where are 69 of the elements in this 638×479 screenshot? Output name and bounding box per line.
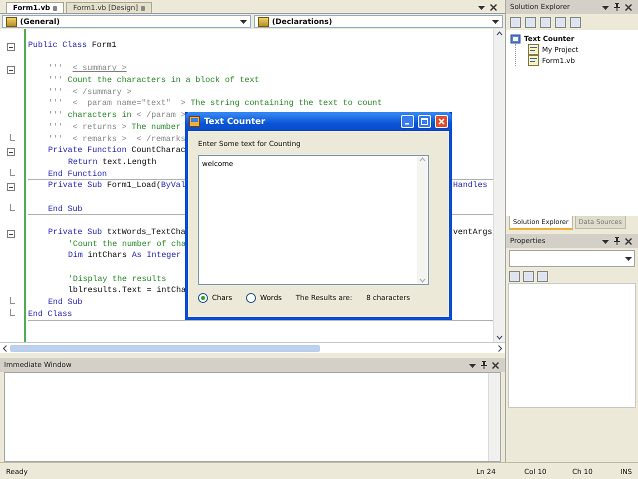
code-line: Private Sub txtWords_TextCha (48, 227, 186, 239)
code-line: End Function (48, 168, 107, 180)
toolbar-icon[interactable] (555, 16, 566, 28)
collapse-icon[interactable] (7, 66, 15, 74)
toolbar-icon[interactable] (523, 270, 534, 282)
close-icon[interactable] (625, 4, 632, 10)
caret-icon[interactable] (625, 255, 632, 262)
collapse-icon[interactable] (7, 43, 15, 51)
collapse-icon[interactable] (7, 148, 15, 156)
toolbar-icon[interactable] (525, 16, 536, 28)
collapse-icon[interactable] (7, 230, 15, 238)
caret-icon[interactable] (240, 18, 247, 25)
toolbar-icon[interactable] (510, 16, 521, 28)
scroll-up-icon[interactable] (494, 29, 505, 38)
file-icon (528, 55, 539, 66)
code-line: Private Sub Form1_Load(ByVal (48, 180, 186, 192)
maximize-button[interactable] (418, 115, 431, 128)
close-button[interactable] (435, 115, 448, 128)
code-line: lblresults.Text = intCha (68, 285, 186, 298)
dropdown-icon[interactable] (602, 4, 609, 10)
code-line: 'Display the results (68, 274, 166, 286)
code-line: ''' Count the characters in a block of text (48, 75, 260, 87)
code-line: End Class (28, 308, 72, 320)
scroll-down-icon[interactable] (494, 333, 505, 342)
close-icon[interactable] (490, 4, 497, 11)
close-icon[interactable] (625, 238, 632, 244)
scroll-thumb[interactable] (10, 344, 320, 352)
dropdown-icon[interactable] (469, 362, 476, 368)
code-line: Private Function CountCharac (48, 145, 186, 157)
collapse-icon[interactable] (7, 183, 15, 192)
toolbar-icon[interactable] (540, 16, 551, 28)
horizontal-scrollbar[interactable] (0, 342, 505, 353)
code-line: ''' characters in < /param > (48, 110, 186, 122)
close-icon (438, 118, 445, 125)
code-line: ''' < returns > The number (48, 122, 181, 134)
toolbar-icon[interactable] (509, 270, 520, 282)
code-line: ventArgs (453, 228, 492, 237)
scroll-left-icon[interactable] (2, 344, 8, 352)
lock-icon (140, 6, 145, 10)
code-line: Dim intChars As Integer (68, 250, 182, 262)
code-line: Public Class Form1 (28, 40, 116, 52)
code-line: ''' < param name="text" > The string containing the text to count (48, 98, 382, 110)
code-line: End Sub (48, 297, 82, 309)
code-line: 'Count the number of cha (68, 238, 186, 250)
pin-icon[interactable] (614, 237, 620, 245)
code-line: End Sub (48, 204, 82, 216)
dropdown-icon[interactable] (602, 238, 609, 244)
code-line: ''' < summary > (48, 63, 127, 76)
dialog-title: Text Counter (204, 116, 266, 126)
code-line: Handles (453, 181, 488, 190)
code-line: ''' < remarks > < /remarks (48, 134, 186, 146)
class-icon (258, 16, 269, 26)
scroll-right-icon[interactable] (497, 344, 503, 352)
close-icon[interactable] (492, 362, 499, 368)
caret-icon[interactable] (492, 18, 499, 25)
minimize-button[interactable] (401, 115, 414, 128)
project-icon (510, 33, 521, 44)
code-line: Return text.Length (68, 156, 156, 169)
pin-icon[interactable] (614, 3, 620, 11)
lock-icon (53, 6, 58, 10)
pin-icon[interactable] (481, 361, 487, 369)
toolbar-icon[interactable] (537, 270, 548, 282)
file-icon (528, 44, 539, 55)
maximize-icon (421, 118, 428, 125)
dropdown-icon[interactable] (478, 4, 485, 11)
code-line: ''' < /summary > (48, 86, 132, 98)
class-icon (6, 16, 17, 26)
app-icon (189, 116, 200, 127)
toolbar-icon[interactable] (570, 16, 581, 28)
